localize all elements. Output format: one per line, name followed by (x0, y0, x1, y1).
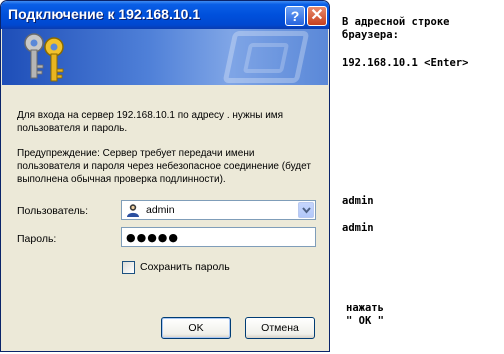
press-hint-line1: нажать (346, 302, 384, 314)
banner-decoration-inner (242, 43, 290, 73)
dialog-banner (2, 29, 328, 85)
ok-button[interactable]: OK (161, 317, 231, 339)
chevron-down-icon (302, 207, 311, 214)
username-value: admin (146, 204, 175, 216)
dialog-title: Подключение к 192.168.10.1 (8, 6, 201, 22)
username-dropdown-button[interactable] (298, 202, 314, 218)
username-label: Пользователь: (17, 205, 89, 217)
cancel-button[interactable]: Отмена (245, 317, 315, 339)
username-hint: admin (342, 195, 374, 207)
user-icon (127, 204, 139, 217)
address-hint-line2: браузера: (342, 29, 399, 41)
password-hint: admin (342, 222, 374, 234)
username-combobox[interactable]: admin (121, 200, 316, 220)
password-label: Пароль: (17, 233, 57, 245)
remember-password[interactable]: Сохранить пароль (122, 259, 230, 275)
login-dialog: Подключение к 192.168.10.1 ? ✕ Для входа… (0, 0, 330, 352)
remember-password-checkbox[interactable] (122, 260, 135, 274)
password-field[interactable]: ●●●●● (121, 227, 316, 247)
address-value-hint: 192.168.10.1 <Enter> (342, 57, 469, 69)
remember-password-label[interactable]: Сохранить пароль (140, 261, 230, 273)
press-hint-line2: " OK " (346, 315, 384, 327)
security-warning: Предупреждение: Сервер требует передачи … (17, 148, 311, 185)
keys-icon (24, 33, 64, 82)
address-hint-line1: В адресной строке (342, 16, 450, 28)
help-button[interactable]: ? (285, 6, 305, 26)
close-button[interactable]: ✕ (307, 6, 327, 26)
dialog-titlebar[interactable]: Подключение к 192.168.10.1 ? ✕ (1, 1, 329, 29)
login-message: Для входа на сервер 192.168.10.1 по адре… (17, 110, 284, 134)
address-hint: В адресной строке браузера: (342, 16, 449, 42)
